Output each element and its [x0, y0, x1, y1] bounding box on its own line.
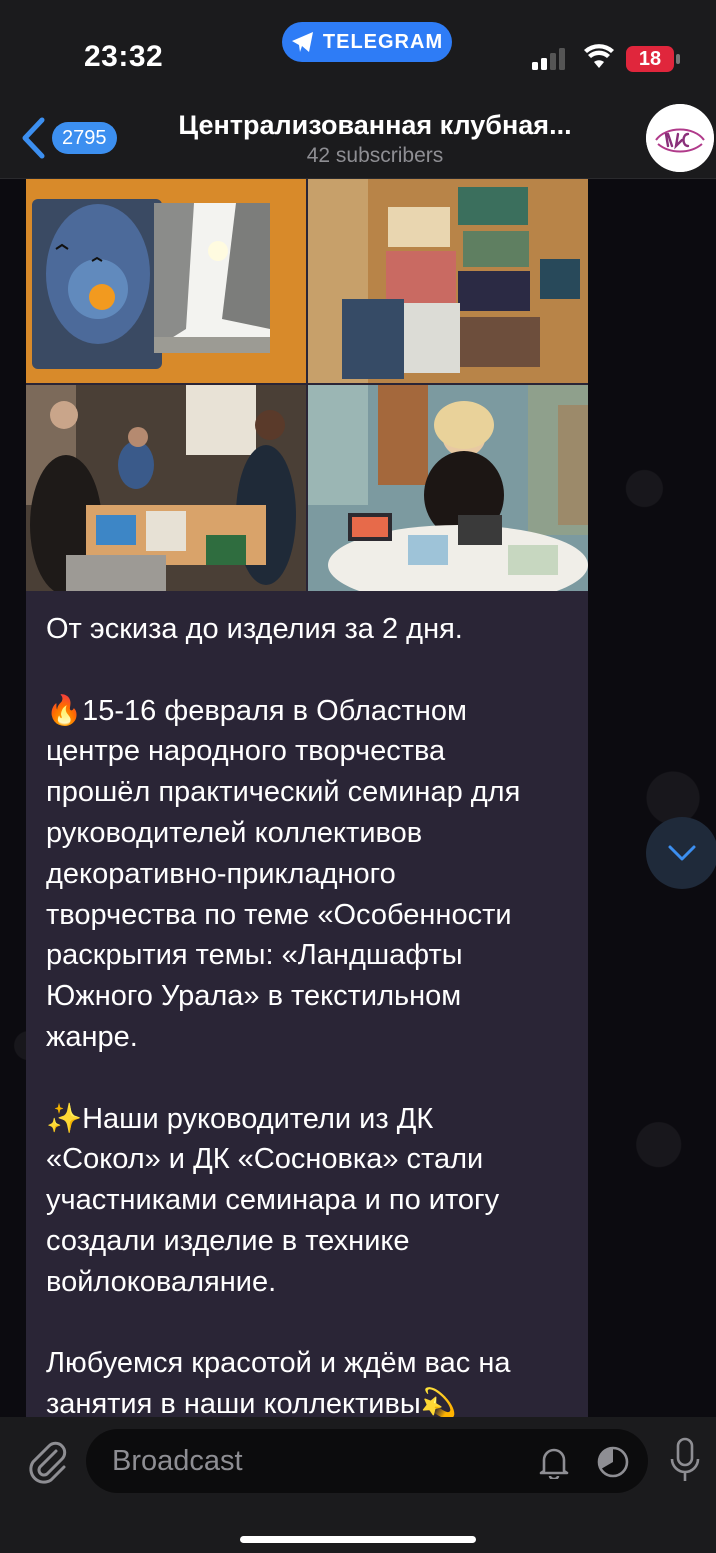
- bell-icon[interactable]: [538, 1445, 570, 1479]
- photo-grid[interactable]: [26, 179, 588, 591]
- battery-tip: [676, 54, 680, 64]
- artworks-table-photo[interactable]: [308, 179, 588, 383]
- message-line: занятия в наши коллективы💫: [46, 1388, 457, 1417]
- felt-art-photo[interactable]: [26, 179, 306, 383]
- chevron-down-icon: [668, 845, 696, 861]
- telegram-plane-icon: [291, 32, 313, 52]
- message-line: раскрытия темы: «Ландшафты: [46, 939, 463, 972]
- message-line: войлоковаляние.: [46, 1265, 277, 1298]
- message-line: Любуемся красотой и ждём вас на: [46, 1347, 511, 1380]
- input-placeholder: Broadcast: [112, 1445, 243, 1477]
- message-line: жанре.: [46, 1020, 138, 1053]
- channel-avatar[interactable]: [646, 104, 714, 172]
- home-indicator[interactable]: [240, 1536, 476, 1543]
- app-pill-label: TELEGRAM: [322, 30, 444, 53]
- status-bar: 23:32 TELEGRAM 18: [0, 0, 716, 100]
- channel-logo-icon: [646, 104, 714, 172]
- message-line: прошёл практический семинар для: [46, 776, 521, 809]
- message-line: участниками семинара и по итогу: [46, 1184, 500, 1217]
- message-line: ✨Наши руководители из ДК: [46, 1102, 434, 1135]
- message-line: руководителей коллективов: [46, 816, 423, 849]
- message-line: От эскиза до изделия за 2 дня.: [46, 613, 463, 645]
- message-line: центре народного творчества: [46, 735, 446, 768]
- microphone-icon[interactable]: [668, 1437, 702, 1485]
- message-line: создали изделие в технике: [46, 1224, 410, 1257]
- message-line: 🔥15-16 февраля в Областном: [46, 694, 467, 727]
- workshop-people-photo[interactable]: [26, 385, 306, 591]
- message-line: декоративно-прикладного: [46, 857, 396, 890]
- wifi-icon: [584, 44, 614, 68]
- message-line: творчества по теме «Особенности: [46, 898, 512, 931]
- channel-title[interactable]: Централизованная клубная...: [140, 110, 610, 141]
- message-text: От эскиза до изделия за 2 дня. 🔥15-16 фе…: [46, 609, 576, 1417]
- paperclip-icon[interactable]: [26, 1441, 70, 1485]
- clock: 23:32: [84, 40, 164, 73]
- scroll-down-button[interactable]: [646, 817, 716, 889]
- back-unread-count[interactable]: 2795: [52, 122, 117, 154]
- chat-area[interactable]: От эскиза до изделия за 2 дня. 🔥15-16 фе…: [0, 179, 716, 1417]
- chat-header: 2795 Централизованная клубная... 42 subs…: [0, 100, 716, 179]
- timer-icon[interactable]: [596, 1445, 630, 1479]
- message-line: Южного Урала» в текстильном: [46, 980, 462, 1013]
- subscriber-count: 42 subscribers: [306, 144, 444, 167]
- composer-bar: Broadcast: [0, 1417, 716, 1553]
- battery-indicator: 18: [626, 46, 674, 72]
- woman-painting-photo[interactable]: [308, 385, 588, 591]
- return-to-app-pill[interactable]: TELEGRAM: [282, 22, 452, 62]
- message-line: «Сокол» и ДК «Сосновка» стали: [46, 1143, 484, 1176]
- back-chevron-icon[interactable]: [20, 117, 46, 159]
- message-bubble[interactable]: От эскиза до изделия за 2 дня. 🔥15-16 фе…: [26, 179, 588, 1417]
- broadcast-input[interactable]: Broadcast: [86, 1429, 648, 1493]
- cellular-signal-icon: [532, 48, 565, 70]
